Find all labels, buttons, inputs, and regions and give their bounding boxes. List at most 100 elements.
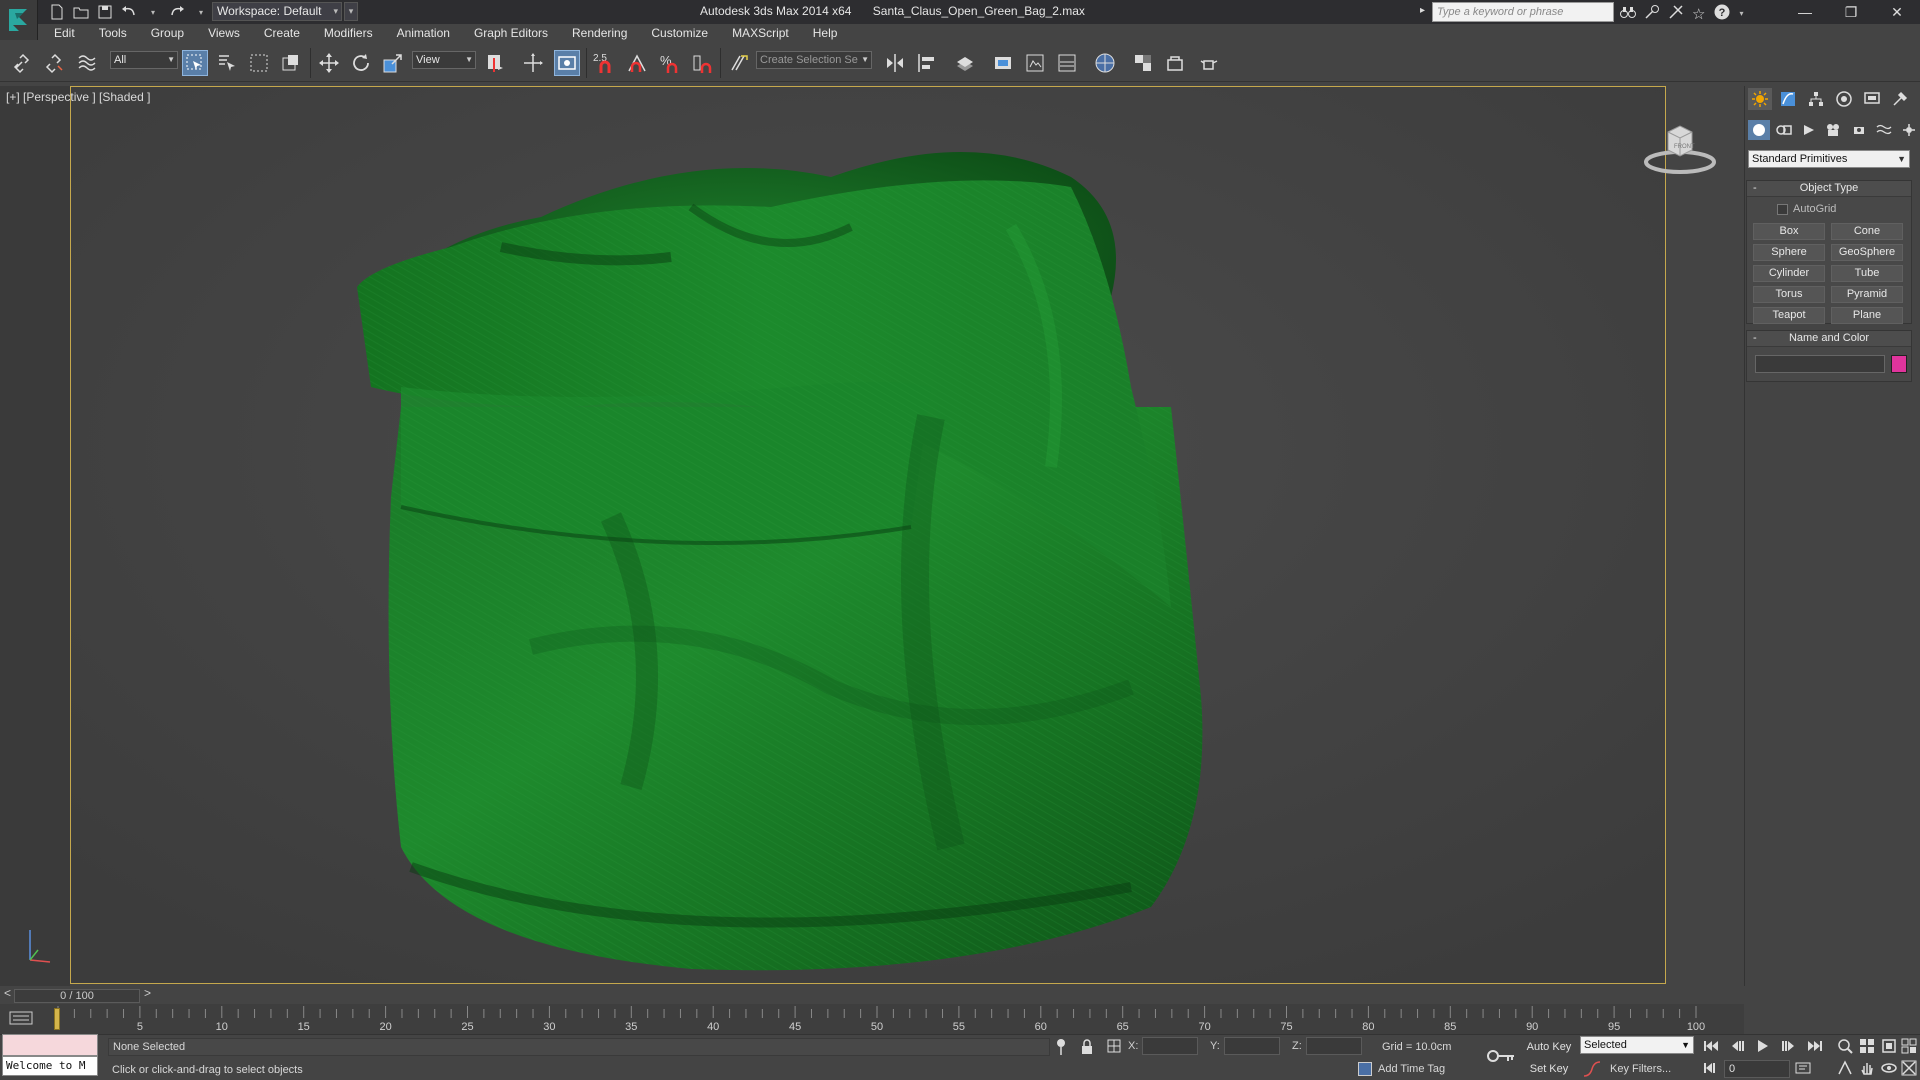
menu-help[interactable]: Help: [813, 26, 838, 40]
percent-snap-toggle-button[interactable]: %: [656, 50, 682, 76]
object-category-dropdown[interactable]: Standard Primitives ▼: [1748, 150, 1910, 168]
maxscript-welcome-text[interactable]: Welcome to M: [2, 1056, 98, 1076]
absolute-mode-transform-toggle[interactable]: [1106, 1038, 1122, 1059]
key-mode-dropdown[interactable]: Selected ▼: [1580, 1036, 1694, 1054]
subscription-key-icon[interactable]: [1644, 4, 1660, 23]
minimize-button[interactable]: —: [1782, 0, 1828, 24]
align-button[interactable]: [914, 50, 940, 76]
binoculars-icon[interactable]: [1620, 5, 1636, 22]
close-button[interactable]: ✕: [1874, 0, 1920, 24]
add-time-tag-button[interactable]: Add Time Tag: [1358, 1062, 1445, 1076]
current-frame-input[interactable]: 0: [1724, 1060, 1790, 1078]
tab-cameras[interactable]: [1823, 120, 1845, 140]
plane-button[interactable]: Plane: [1831, 307, 1903, 324]
teapot-button[interactable]: Teapot: [1753, 307, 1825, 324]
play-button[interactable]: [1752, 1036, 1774, 1056]
tab-create[interactable]: [1748, 88, 1772, 110]
menu-tools[interactable]: Tools: [99, 26, 127, 40]
time-configuration-button[interactable]: [1792, 1058, 1814, 1078]
app-menu-button[interactable]: [0, 0, 38, 40]
y-coordinate-input[interactable]: [1223, 1037, 1280, 1055]
curve-editor-button[interactable]: [1054, 50, 1080, 76]
isolate-selection-toggle[interactable]: [1054, 1038, 1068, 1059]
default-tangent-icon[interactable]: [1582, 1060, 1602, 1078]
next-frame-playback-button[interactable]: [1778, 1036, 1800, 1056]
save-file-button[interactable]: [96, 3, 114, 21]
spinner-snap-toggle-button[interactable]: [688, 50, 714, 76]
redo-dropdown[interactable]: ▾: [192, 3, 210, 21]
x-coordinate-input[interactable]: [1142, 1037, 1199, 1055]
select-object-button[interactable]: [182, 50, 208, 76]
selection-lock-toggle[interactable]: [1080, 1038, 1094, 1059]
zoom-button[interactable]: [1834, 1036, 1856, 1056]
window-crossing-button[interactable]: [278, 50, 304, 76]
workspace-selector[interactable]: Workspace: Default ▾: [212, 2, 342, 21]
menu-maxscript[interactable]: MAXScript: [732, 26, 789, 40]
menu-create[interactable]: Create: [264, 26, 300, 40]
zoom-extents-all-button[interactable]: [1898, 1036, 1920, 1056]
keyboard-shortcut-override-button[interactable]: [554, 50, 580, 76]
reference-coordinate-system-dropdown[interactable]: View ▼: [412, 51, 476, 69]
menu-edit[interactable]: Edit: [54, 26, 75, 40]
autogrid-check-box[interactable]: [1777, 203, 1788, 215]
tab-utilities[interactable]: [1888, 88, 1912, 110]
menu-group[interactable]: Group: [151, 26, 184, 40]
set-keys-key-icon[interactable]: [1486, 1044, 1516, 1068]
cone-button[interactable]: Cone: [1831, 223, 1903, 240]
menu-modifiers[interactable]: Modifiers: [324, 26, 373, 40]
maximize-viewport-toggle[interactable]: [1898, 1058, 1920, 1078]
go-to-start-button[interactable]: [1700, 1036, 1722, 1056]
key-filters-button[interactable]: Key Filters...: [1610, 1060, 1671, 1078]
tab-space-warps[interactable]: [1873, 120, 1895, 140]
material-editor-button[interactable]: [1130, 50, 1156, 76]
select-and-rotate-button[interactable]: [348, 50, 374, 76]
search-expand-icon[interactable]: ▸: [1420, 5, 1425, 16]
cylinder-button[interactable]: Cylinder: [1753, 265, 1825, 282]
edit-named-selection-sets-button[interactable]: [726, 50, 752, 76]
render-setup-button[interactable]: [1162, 50, 1188, 76]
object-color-swatch[interactable]: [1891, 355, 1907, 373]
named-selection-sets-dropdown[interactable]: Create Selection Se ▼: [756, 51, 872, 69]
use-pivot-center-button[interactable]: [482, 50, 508, 76]
render-production-button[interactable]: [1196, 50, 1222, 76]
select-and-link-button[interactable]: [10, 50, 36, 76]
perspective-viewport[interactable]: [70, 86, 1666, 984]
rectangular-selection-region-button[interactable]: [246, 50, 272, 76]
snaps-toggle-button[interactable]: 2.5: [592, 50, 618, 76]
quick-access-customize-button[interactable]: ▾: [344, 2, 358, 21]
graphite-modeling-tools-button[interactable]: [1022, 50, 1048, 76]
torus-button[interactable]: Torus: [1753, 286, 1825, 303]
autogrid-checkbox[interactable]: AutoGrid: [1777, 203, 1836, 215]
set-key-button[interactable]: Set Key: [1524, 1060, 1574, 1078]
new-file-button[interactable]: [48, 3, 66, 21]
undo-button[interactable]: [120, 3, 138, 21]
scene-explorer-button[interactable]: [952, 50, 978, 76]
sphere-button[interactable]: Sphere: [1753, 244, 1825, 261]
layer-manager-button[interactable]: [990, 50, 1016, 76]
unlink-selection-button[interactable]: [42, 50, 68, 76]
restore-button[interactable]: ❐: [1828, 0, 1874, 24]
z-coordinate-input[interactable]: [1305, 1037, 1362, 1055]
go-to-end-button[interactable]: [1804, 1036, 1826, 1056]
selection-filter-dropdown[interactable]: All ▼: [110, 51, 178, 69]
menu-rendering[interactable]: Rendering: [572, 26, 627, 40]
maxscript-mini-listener[interactable]: [2, 1034, 98, 1056]
current-frame-marker[interactable]: [54, 1008, 60, 1030]
communication-center-icon[interactable]: [1668, 4, 1684, 23]
bind-to-space-warp-button[interactable]: [74, 50, 100, 76]
infocenter-search-input[interactable]: Type a keyword or phrase: [1432, 2, 1614, 22]
chevron-down-icon[interactable]: ▾: [1739, 9, 1743, 18]
tab-hierarchy[interactable]: [1804, 88, 1828, 110]
angle-snap-toggle-button[interactable]: [624, 50, 650, 76]
tab-lights[interactable]: [1798, 120, 1820, 140]
select-and-move-button[interactable]: [316, 50, 342, 76]
previous-frame-button[interactable]: <: [4, 986, 11, 1000]
tab-geometry[interactable]: [1748, 120, 1770, 140]
box-button[interactable]: Box: [1753, 223, 1825, 240]
key-mode-toggle-button[interactable]: [1700, 1058, 1722, 1078]
object-type-rollout-header[interactable]: - Object Type: [1747, 181, 1911, 197]
zoom-all-button[interactable]: [1856, 1036, 1878, 1056]
tab-modify[interactable]: [1776, 88, 1800, 110]
tab-systems[interactable]: [1898, 120, 1920, 140]
mirror-button[interactable]: [882, 50, 908, 76]
